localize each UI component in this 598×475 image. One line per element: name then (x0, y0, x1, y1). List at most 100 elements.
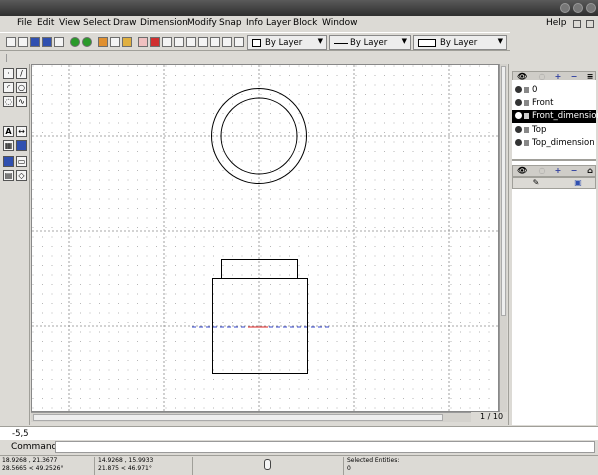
horizontal-scrollbar[interactable] (31, 412, 471, 422)
new-file-icon[interactable] (6, 37, 16, 47)
close-button[interactable] (586, 3, 596, 13)
layer-name: Front_dimension (532, 111, 598, 121)
lock-icon[interactable] (524, 87, 529, 93)
menu-view[interactable]: View (59, 18, 80, 28)
paste-icon[interactable] (122, 37, 132, 47)
menu-edit[interactable]: Edit (37, 18, 54, 28)
absolute-coordinates: 18.9268 , 21.3677 28.5665 < 49.2526° (0, 457, 95, 475)
menu-file[interactable]: File (17, 18, 32, 28)
menu-info[interactable]: Info (246, 18, 263, 28)
color-swatch (252, 39, 261, 47)
eye-icon[interactable] (515, 139, 522, 146)
mdi-close-icon[interactable] (586, 20, 594, 28)
layer-item[interactable]: Top (512, 124, 596, 137)
redraw-icon[interactable] (162, 37, 172, 47)
linetype-combo[interactable]: By Layer ▼ (329, 35, 411, 50)
dimensions-tool-icon[interactable]: ↔ (16, 126, 27, 137)
statusbar: 18.9268 , 21.3677 28.5665 < 49.2526° 14.… (0, 455, 598, 475)
command-label: Command: (11, 442, 61, 452)
menu-snap[interactable]: Snap (219, 18, 242, 28)
menu-block[interactable]: Block (293, 18, 317, 28)
block-list[interactable] (512, 189, 596, 425)
dock-splitter[interactable] (512, 159, 596, 161)
secondary-toolbar (0, 52, 510, 63)
menu-dimension[interactable]: Dimension (140, 18, 188, 28)
info-tool-icon[interactable]: ▤ (3, 170, 14, 181)
add-block-icon[interactable]: + (553, 167, 563, 175)
command-row: Command: (0, 440, 598, 454)
select-tool-icon[interactable]: ◇ (16, 170, 27, 181)
zoom-auto-icon[interactable] (198, 37, 208, 47)
menu-layer[interactable]: Layer (266, 18, 291, 28)
zoom-previous-icon[interactable] (210, 37, 220, 47)
lock-icon[interactable] (524, 100, 529, 106)
eye-icon[interactable] (515, 86, 522, 93)
hide-all-blocks-icon[interactable]: ◌ (537, 167, 547, 175)
layer-name: Top (532, 125, 547, 135)
zoom-window-icon[interactable] (222, 37, 232, 47)
layer-item[interactable]: Front (512, 97, 596, 110)
command-history-text: -5,5 (12, 429, 29, 439)
redo-icon[interactable] (82, 37, 92, 47)
layer-item[interactable]: Top_dimension (512, 137, 596, 150)
lock-icon[interactable] (524, 113, 529, 119)
save-icon[interactable] (30, 37, 40, 47)
vertical-scrollbar-thumb[interactable] (501, 66, 506, 316)
modify-tool-icon[interactable]: ▭ (16, 156, 27, 167)
cut-icon[interactable] (98, 37, 108, 47)
circles-tool-icon[interactable]: ○ (16, 82, 27, 93)
arcs-tool-icon[interactable]: ◜ (3, 82, 14, 93)
command-input[interactable] (55, 441, 595, 453)
draft-icon[interactable] (150, 37, 160, 47)
layer-item-selected[interactable]: Front_dimension (512, 110, 598, 123)
lock-icon[interactable] (524, 127, 529, 133)
remove-block-icon[interactable]: − (569, 167, 579, 175)
linewidth-combo-value: By Layer (440, 38, 478, 48)
grid-icon[interactable] (138, 37, 148, 47)
lines-tool-icon[interactable]: / (16, 68, 27, 79)
menu-modify[interactable]: Modify (187, 18, 217, 28)
menu-select[interactable]: Select (83, 18, 111, 28)
text-tool-icon[interactable]: A (3, 126, 14, 137)
drawing-svg[interactable] (32, 65, 499, 412)
linewidth-combo[interactable]: By Layer ▼ (413, 35, 507, 50)
hatch-tool-icon[interactable]: ▦ (3, 140, 14, 151)
menu-draw[interactable]: Draw (113, 18, 137, 28)
menu-window[interactable]: Window (322, 18, 358, 28)
save-as-icon[interactable] (42, 37, 52, 47)
selected-count: 0 (347, 465, 351, 472)
eye-icon[interactable] (515, 112, 522, 119)
mouse-icon (264, 459, 271, 470)
horizontal-scrollbar-thumb[interactable] (33, 414, 443, 421)
color-combo-value: By Layer (265, 38, 303, 48)
undo-icon[interactable] (70, 37, 80, 47)
blocks-tool-icon[interactable] (3, 156, 14, 167)
ellipses-tool-icon[interactable]: ◌ (3, 96, 14, 107)
color-combo[interactable]: By Layer ▼ (247, 35, 327, 50)
zoom-out-icon[interactable] (186, 37, 196, 47)
insert-block-icon[interactable]: ⌂ (585, 167, 595, 175)
image-tool-icon[interactable] (16, 140, 27, 151)
copy-icon[interactable] (110, 37, 120, 47)
print-icon[interactable] (54, 37, 64, 47)
minimize-button[interactable] (560, 3, 570, 13)
eye-icon[interactable] (515, 99, 522, 106)
toolbar-handle[interactable] (6, 54, 7, 62)
save-block-icon[interactable]: ▣ (573, 179, 583, 187)
zoom-pan-icon[interactable] (234, 37, 244, 47)
eye-icon[interactable] (515, 126, 522, 133)
polylines-tool-icon[interactable]: ∿ (16, 96, 27, 107)
maximize-button[interactable] (573, 3, 583, 13)
open-file-icon[interactable] (18, 37, 28, 47)
lock-icon[interactable] (524, 140, 529, 146)
edit-block-icon[interactable]: ✎ (531, 179, 541, 187)
points-tool-icon[interactable]: · (3, 68, 14, 79)
show-all-blocks-icon[interactable]: 👁 (517, 167, 527, 175)
vertical-scrollbar[interactable] (499, 64, 507, 412)
menu-help[interactable]: Help (546, 18, 567, 28)
right-dock: 👁 ◌ + − ≡ 0 Front Front_dimension Top To… (508, 64, 598, 425)
mdi-restore-icon[interactable] (573, 20, 581, 28)
zoom-in-icon[interactable] (174, 37, 184, 47)
layer-item[interactable]: 0 (512, 84, 596, 97)
drawing-canvas[interactable] (31, 64, 499, 412)
